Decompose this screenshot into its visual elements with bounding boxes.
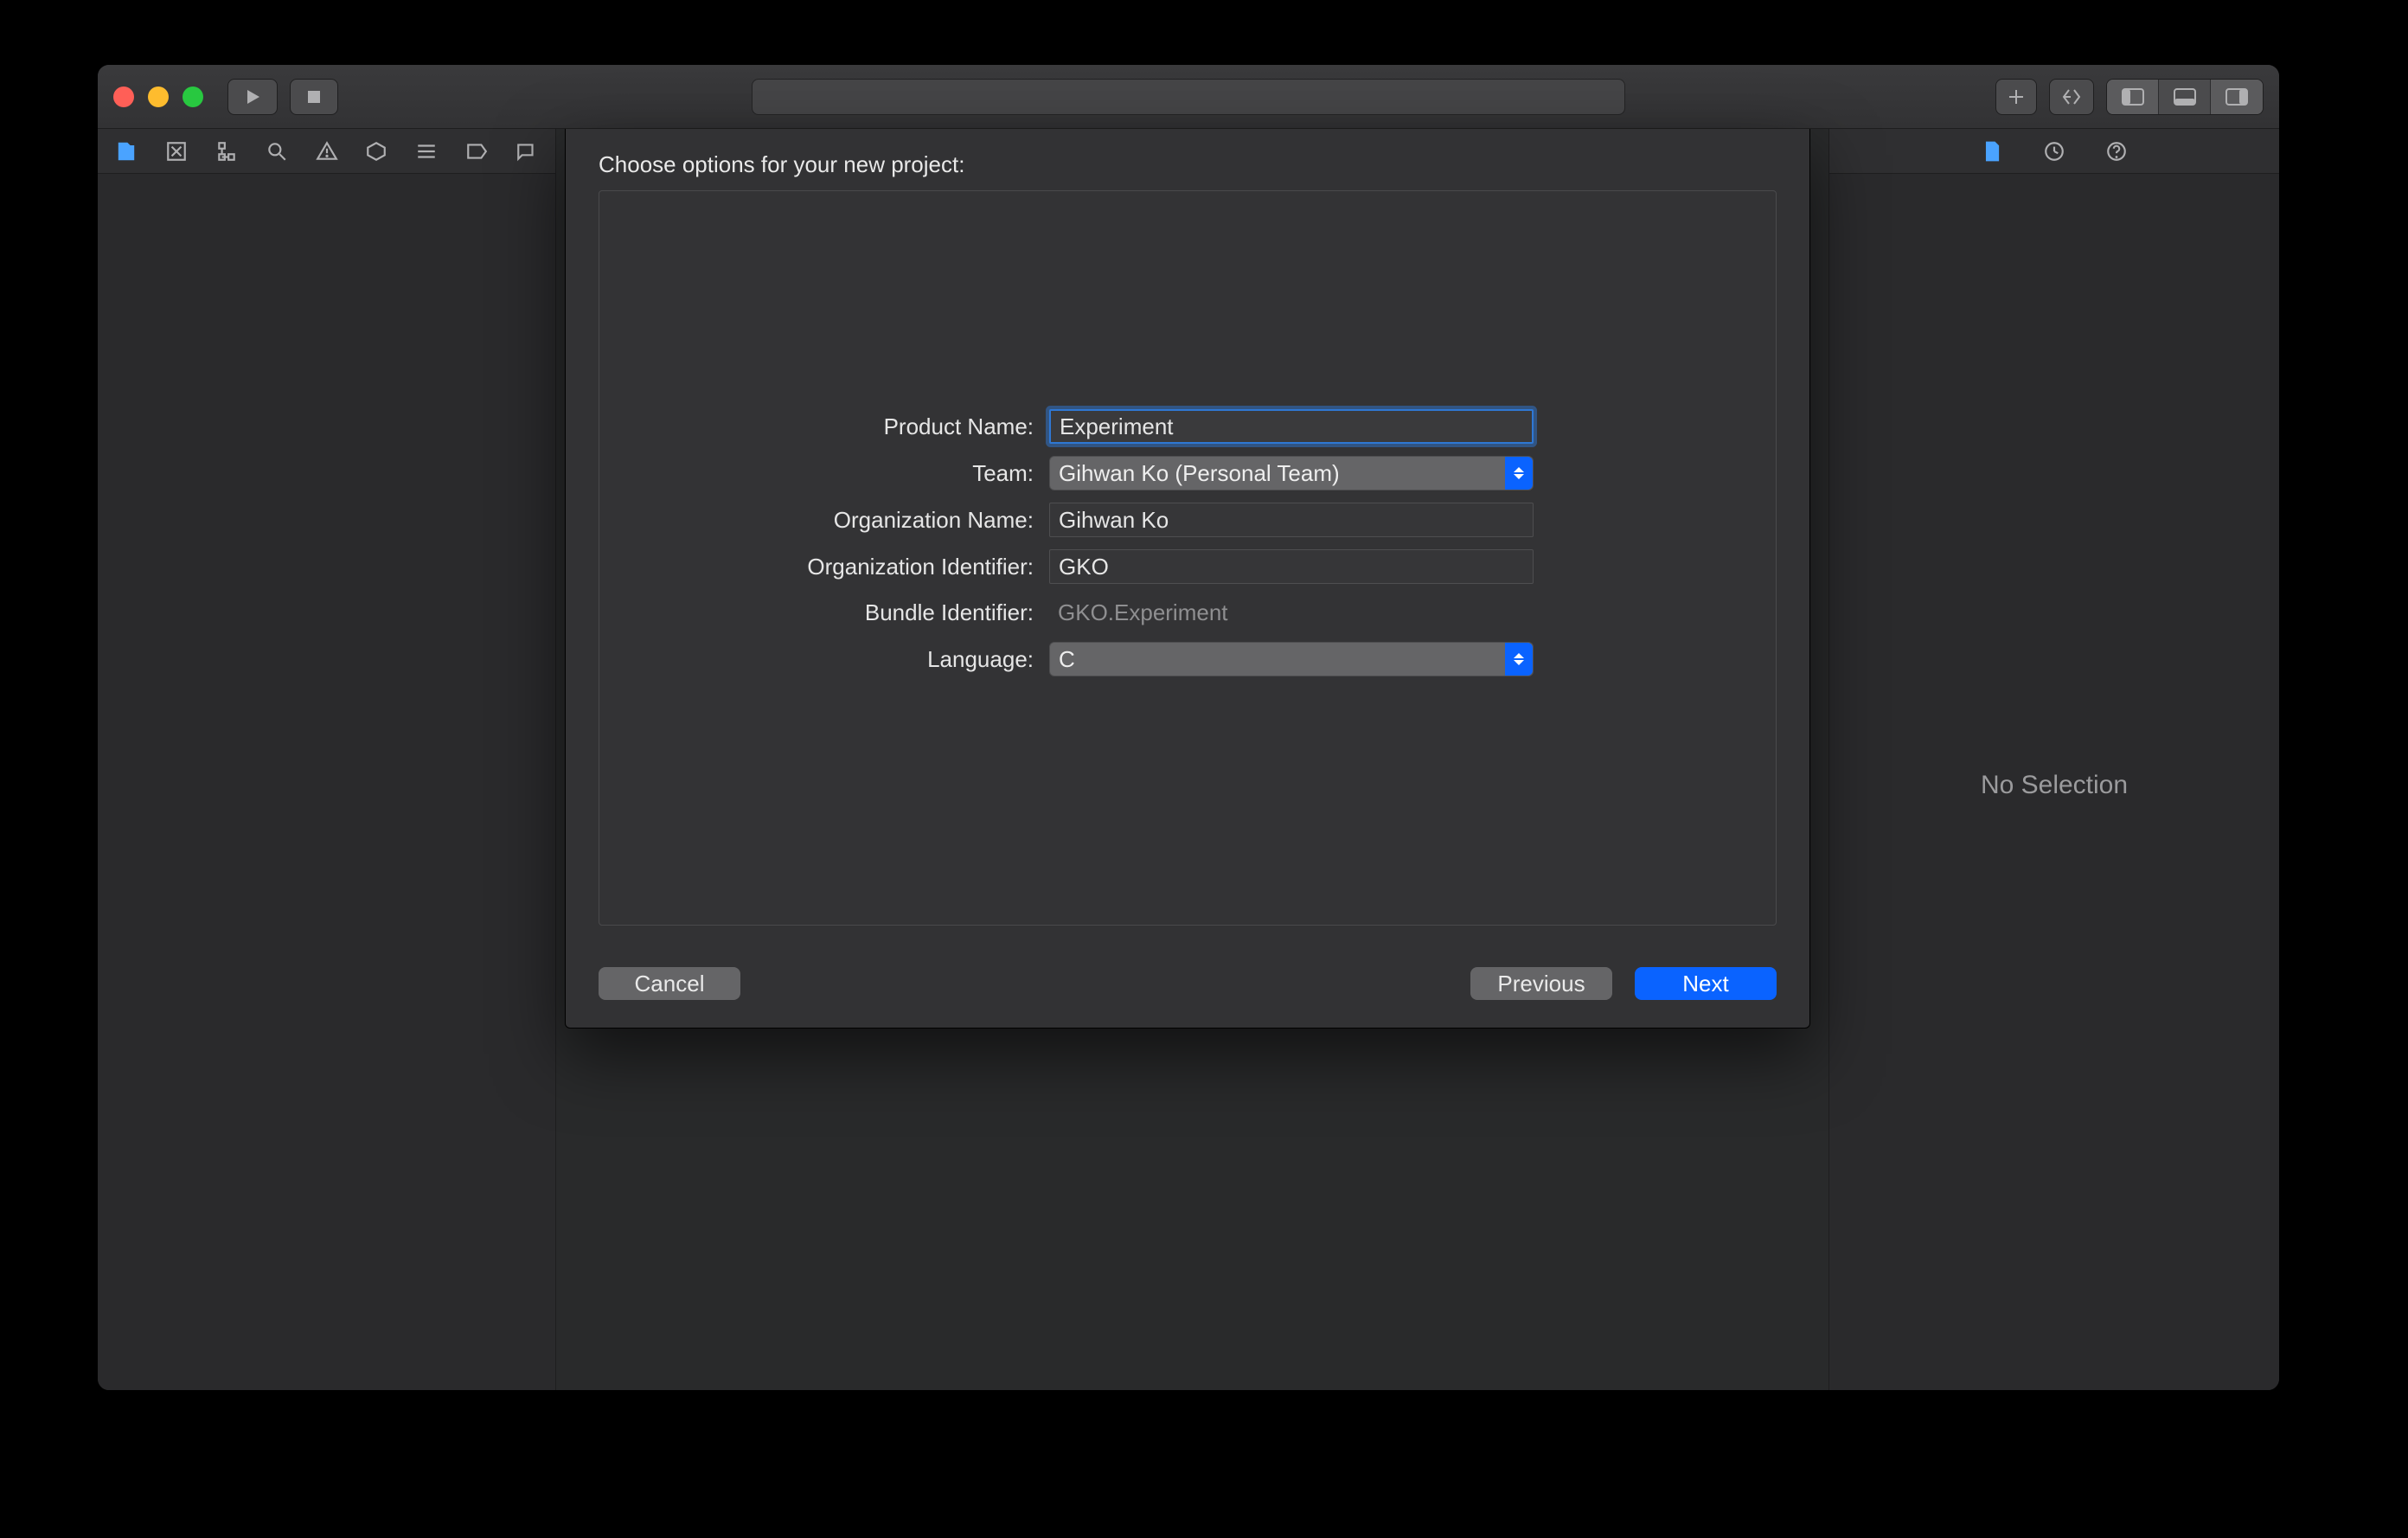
bundle-identifier-label: Bundle Identifier:	[599, 599, 1049, 626]
zoom-window-button[interactable]	[183, 87, 203, 107]
toolbar-right	[1995, 79, 2264, 115]
next-button[interactable]: Next	[1635, 967, 1777, 1000]
organization-identifier-input[interactable]	[1049, 549, 1534, 584]
run-controls	[227, 79, 338, 115]
language-popup-value: C	[1059, 646, 1075, 673]
sheet-form-box: Product Name: Team: Gihwan Ko (Personal …	[599, 190, 1777, 926]
navigator-area	[98, 174, 556, 1390]
toggle-navigator-button[interactable]	[2107, 80, 2159, 114]
cancel-button[interactable]: Cancel	[599, 967, 740, 1000]
team-label: Team:	[599, 460, 1049, 487]
no-selection-label: No Selection	[1981, 771, 2128, 800]
project-navigator-icon[interactable]	[113, 138, 139, 164]
code-review-button[interactable]	[2049, 79, 2094, 115]
activity-viewer[interactable]	[752, 79, 1625, 115]
issue-navigator-icon[interactable]	[314, 138, 340, 164]
organization-identifier-label: Organization Identifier:	[599, 554, 1049, 580]
previous-button[interactable]: Previous	[1470, 967, 1612, 1000]
stop-button[interactable]	[290, 79, 338, 115]
xcode-window: No Selection Choose options for your new…	[97, 64, 2280, 1391]
organization-name-input[interactable]	[1049, 503, 1534, 537]
test-navigator-icon[interactable]	[363, 138, 389, 164]
toggle-debug-area-button[interactable]	[2159, 80, 2211, 114]
sheet-title: Choose options for your new project:	[566, 129, 1809, 190]
organization-name-label: Organization Name:	[599, 507, 1049, 534]
project-options-form: Product Name: Team: Gihwan Ko (Personal …	[599, 409, 1776, 676]
toggle-inspector-button[interactable]	[2211, 80, 2263, 114]
chevron-updown-icon	[1505, 457, 1533, 490]
close-window-button[interactable]	[113, 87, 134, 107]
help-inspector-icon[interactable]	[2104, 138, 2129, 164]
symbol-navigator-icon[interactable]	[214, 138, 240, 164]
team-popup-value: Gihwan Ko (Personal Team)	[1059, 460, 1340, 487]
breakpoint-navigator-icon[interactable]	[464, 138, 490, 164]
new-project-sheet: Choose options for your new project: Pro…	[565, 129, 1810, 1029]
toolbar	[98, 65, 2279, 129]
team-popup[interactable]: Gihwan Ko (Personal Team)	[1049, 456, 1534, 490]
library-button[interactable]	[1995, 79, 2037, 115]
source-control-navigator-icon[interactable]	[163, 138, 189, 164]
product-name-input[interactable]	[1049, 409, 1534, 444]
find-navigator-icon[interactable]	[264, 138, 290, 164]
history-inspector-icon[interactable]	[2041, 138, 2067, 164]
minimize-window-button[interactable]	[148, 87, 169, 107]
inspector-area: No Selection	[1829, 129, 2279, 1390]
chevron-updown-icon	[1505, 643, 1533, 676]
panel-toggle-segment	[2106, 79, 2264, 115]
debug-navigator-icon[interactable]	[413, 138, 439, 164]
language-label: Language:	[599, 646, 1049, 673]
language-popup[interactable]: C	[1049, 642, 1534, 676]
sheet-button-row: Cancel Previous Next	[599, 967, 1777, 1000]
file-inspector-icon[interactable]	[1979, 138, 2005, 164]
window-controls	[113, 87, 203, 107]
bundle-identifier-value: GKO.Experiment	[1049, 596, 1534, 630]
run-button[interactable]	[227, 79, 278, 115]
product-name-label: Product Name:	[599, 413, 1049, 440]
inspector-tabbar	[1829, 129, 2279, 174]
navigator-tabbar	[98, 129, 556, 174]
report-navigator-icon[interactable]	[514, 138, 540, 164]
